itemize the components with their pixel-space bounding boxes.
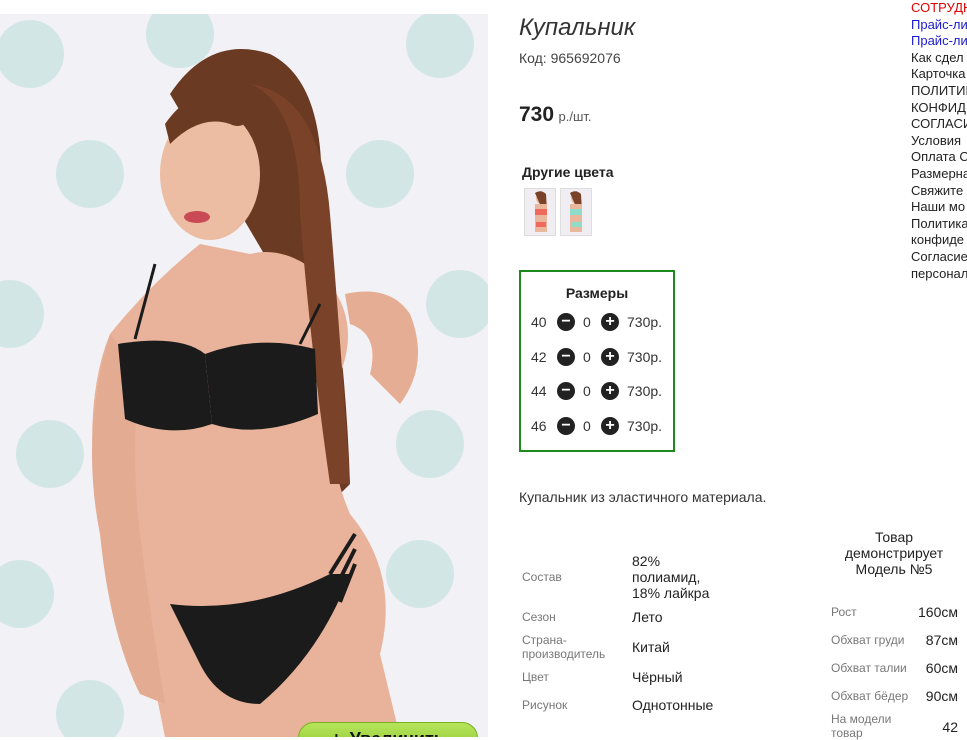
plus-icon: + [331,729,342,738]
minus-icon[interactable]: − [557,348,575,366]
product-title: Купальник [519,14,636,41]
sidebar-link[interactable]: Оплата С [911,149,967,166]
color-swatch-coral[interactable] [524,188,556,236]
product-photo[interactable]: + Увеличить [0,14,488,737]
quantity-value: 0 [583,383,591,399]
minus-icon[interactable]: − [557,313,575,331]
swatch-image [525,189,555,235]
size-value: 46 [531,418,547,434]
quantity-value: 0 [583,349,591,365]
model-value: 87см [925,632,958,648]
spec-value: Китай [632,639,670,655]
product-description: Купальник из эластичного материала. [519,489,767,505]
quantity-value: 0 [583,418,591,434]
spec-value: Лето [632,609,663,625]
spec-label: Сезон [522,610,556,624]
sidebar-link[interactable]: Карточка [911,66,967,83]
product-photo-illustration [0,14,488,737]
sidebar-link[interactable]: ПОЛИТИК [911,83,967,100]
size-value: 44 [531,383,547,399]
size-price: 730р. [627,349,663,365]
plus-icon[interactable]: + [601,348,619,366]
sizes-panel: Размеры 40 − 0 + 730р. 42 − 0 + 730р. 44… [519,270,675,452]
sidebar-link[interactable]: Условия [911,133,967,150]
quantity-value: 0 [583,314,591,330]
model-value: 160см [918,604,958,620]
model-value: 90см [925,688,958,704]
sidebar-link[interactable]: СОТРУДН [911,0,967,17]
sidebar-link[interactable]: Размерна [911,166,967,183]
model-label: На модели товар [831,712,892,740]
price-amount: 730 [519,103,555,126]
model-label: Обхват груди [831,633,905,647]
sizes-title: Размеры [565,285,629,301]
size-row: 42 − 0 + 730р. [521,347,673,369]
product-price: 730 р./шт. [519,103,592,127]
sidebar-link[interactable]: конфиде [911,232,967,249]
size-row: 44 − 0 + 730р. [521,381,673,403]
sidebar-link[interactable]: Политика [911,216,967,233]
model-heading: Товар демонстрирует Модель №5 [844,529,944,577]
size-price: 730р. [627,418,663,434]
size-row: 40 − 0 + 730р. [521,312,673,334]
size-value: 42 [531,349,547,365]
sidebar-link[interactable]: Прайс-ли [911,33,967,50]
model-label: Обхват талии [831,661,907,675]
sidebar-link[interactable]: Свяжите [911,183,967,200]
spec-label: Состав [522,570,562,584]
model-value: 60см [925,660,958,676]
sidebar-link[interactable]: КОНФИД [911,100,967,117]
price-unit: р./шт. [558,109,592,124]
product-code: Код: 965692076 [519,50,621,66]
size-price: 730р. [627,314,663,330]
sidebar-link[interactable]: Как сдел [911,50,967,67]
spec-value: Чёрный [632,669,683,685]
plus-icon[interactable]: + [601,382,619,400]
size-row: 46 − 0 + 730р. [521,416,673,438]
zoom-button[interactable]: + Увеличить [298,722,478,737]
model-label: Рост [831,605,857,619]
spec-label: Цвет [522,670,549,684]
sidebar-links: СОТРУДН Прайс-ли Прайс-ли Как сдел Карто… [911,0,967,282]
model-label: Обхват бёдер [831,689,909,703]
plus-icon[interactable]: + [601,417,619,435]
spec-label: Страна-производитель [522,633,606,661]
size-price: 730р. [627,383,663,399]
minus-icon[interactable]: − [557,417,575,435]
spec-value: 82% полиамид, 18% лайкра [632,553,710,601]
plus-icon[interactable]: + [601,313,619,331]
sidebar-link[interactable]: Согласие [911,249,967,266]
zoom-button-label: Увеличить [350,729,445,738]
sidebar-link[interactable]: СОГЛАСИ [911,116,967,133]
sidebar-link[interactable]: Прайс-ли [911,17,967,34]
size-value: 40 [531,314,547,330]
sidebar-link[interactable]: Наши мо [911,199,967,216]
sidebar-link[interactable]: персонал [911,266,967,283]
swatch-image [561,189,591,235]
spec-label: Рисунок [522,698,568,712]
model-value: 42 [942,719,958,735]
spec-value: Однотонные [632,697,714,713]
minus-icon[interactable]: − [557,382,575,400]
other-colors-title: Другие цвета [522,164,614,180]
color-swatch-mint[interactable] [560,188,592,236]
